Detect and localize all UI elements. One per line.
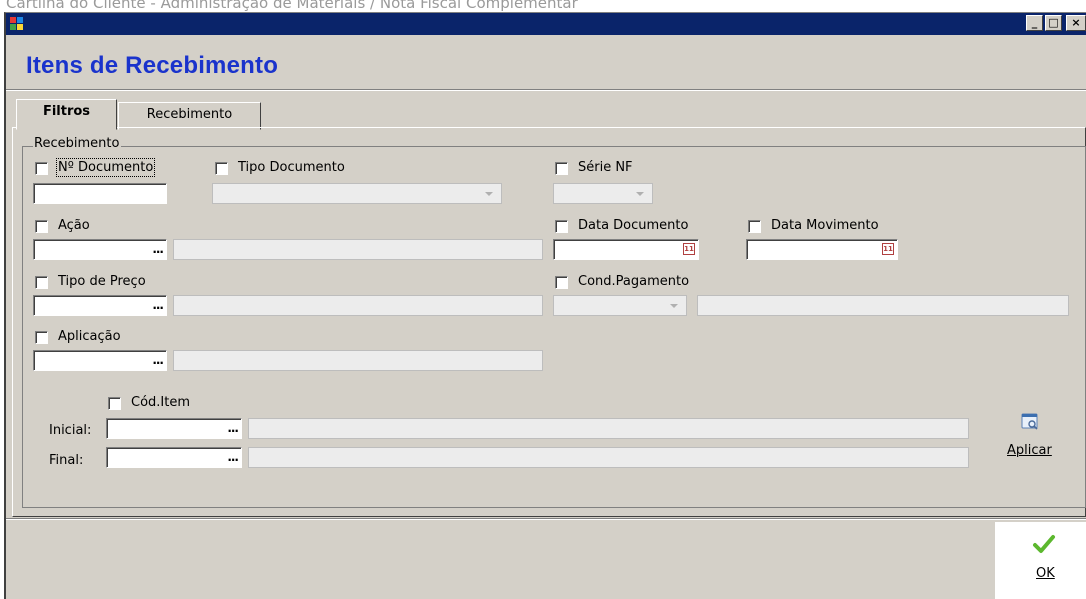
tab-recebimento-label: Recebimento (146, 107, 233, 122)
cond-pagamento-label: Cond.Pagamento (578, 274, 690, 289)
cod-item-label: Cód.Item (131, 395, 191, 410)
tipo-preco-input[interactable]: ... (33, 295, 167, 316)
tipo-preco-description (173, 295, 543, 316)
data-movimento-label: Data Movimento (771, 218, 879, 233)
acao-lookup-button[interactable]: ... (152, 241, 164, 257)
final-label: Final: (49, 453, 84, 468)
app-icon[interactable] (10, 17, 24, 31)
minimize-icon: _ (1031, 16, 1038, 29)
acao-label: Ação (58, 218, 90, 233)
tipo-documento-checkbox[interactable] (215, 162, 228, 175)
footer-divider-highlight (6, 519, 1086, 520)
cond-pagamento-combobox[interactable] (553, 295, 687, 316)
tipo-documento-combobox[interactable] (212, 183, 502, 204)
tipo-preco-lookup-button[interactable]: ... (152, 297, 164, 313)
cod-item-final-input[interactable]: ... (106, 447, 242, 468)
tipo-documento-label: Tipo Documento (238, 160, 345, 175)
minimize-button[interactable]: _ (1026, 15, 1043, 31)
cod-item-final-description (248, 447, 969, 468)
documento-label: Nº Documento (55, 158, 156, 177)
chevron-down-icon (636, 192, 644, 196)
acao-input[interactable]: ... (33, 239, 167, 260)
data-documento-label: Data Documento (578, 218, 689, 233)
data-movimento-checkbox[interactable] (748, 220, 761, 233)
cond-pagamento-description (697, 295, 1069, 316)
data-documento-checkbox[interactable] (555, 220, 568, 233)
footer-area (6, 522, 995, 599)
aplicar-button[interactable]: Aplicar (1000, 412, 1062, 462)
calendar-icon[interactable]: 11 (683, 243, 695, 255)
aplicacao-checkbox[interactable] (35, 331, 48, 344)
aplicacao-lookup-button[interactable]: ... (152, 352, 164, 368)
data-documento-input[interactable]: 11 (553, 239, 699, 260)
chevron-down-icon (670, 304, 678, 308)
chevron-down-icon (485, 192, 493, 196)
aplicar-label: Aplicar (1007, 443, 1052, 458)
documento-input[interactable] (33, 183, 167, 204)
serie-nf-checkbox[interactable] (555, 162, 568, 175)
window-caption: Cartilha do Cliente - Administração de M… (6, 0, 578, 12)
cod-item-inicial-description (248, 418, 969, 439)
calendar-icon[interactable]: 11 (882, 243, 894, 255)
ok-button[interactable]: OK (1022, 530, 1066, 590)
tab-recebimento[interactable]: Recebimento (118, 102, 261, 130)
maximize-button[interactable]: □ (1045, 15, 1062, 31)
title-bar[interactable] (6, 13, 1086, 35)
cod-item-final-lookup-button[interactable]: ... (227, 449, 239, 465)
serie-nf-combobox[interactable] (553, 183, 653, 204)
aplicacao-input[interactable]: ... (33, 350, 167, 371)
maximize-icon: □ (1048, 16, 1059, 29)
page-title: Itens de Recebimento (26, 52, 279, 79)
aplicacao-label: Aplicação (58, 329, 121, 344)
acao-description (173, 239, 543, 260)
apply-filter-icon (1021, 413, 1038, 430)
aplicacao-description (173, 350, 543, 371)
close-button[interactable]: × (1066, 15, 1086, 31)
groupbox-label: Recebimento (33, 136, 122, 151)
data-movimento-input[interactable]: 11 (746, 239, 898, 260)
close-icon: × (1071, 16, 1081, 29)
ok-label: OK (1036, 566, 1055, 581)
tab-filtros-label: Filtros (42, 104, 91, 119)
documento-checkbox[interactable] (35, 162, 48, 175)
header-divider-highlight (6, 90, 1086, 91)
cod-item-inicial-input[interactable]: ... (106, 418, 242, 439)
cond-pagamento-checkbox[interactable] (555, 276, 568, 289)
acao-checkbox[interactable] (35, 220, 48, 233)
tipo-preco-label: Tipo de Preço (58, 274, 146, 289)
cod-item-inicial-lookup-button[interactable]: ... (227, 420, 239, 436)
tipo-preco-checkbox[interactable] (35, 276, 48, 289)
serie-nf-label: Série NF (578, 160, 633, 175)
checkmark-icon (1033, 535, 1055, 553)
tab-filtros[interactable]: Filtros (16, 99, 117, 130)
inicial-label: Inicial: (49, 423, 92, 438)
cod-item-checkbox[interactable] (108, 397, 121, 410)
